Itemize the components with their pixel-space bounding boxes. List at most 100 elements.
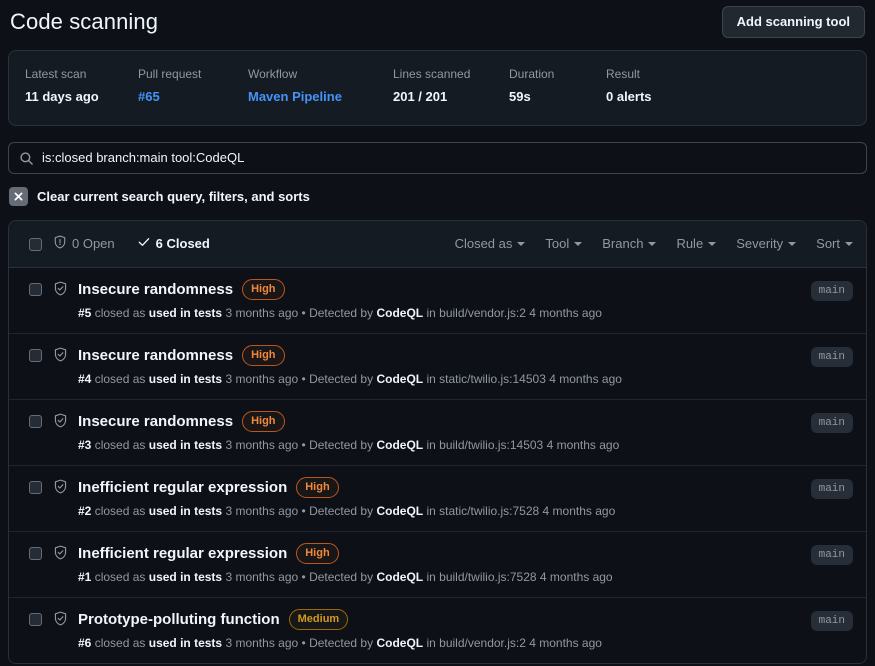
scan-field-pull-request: Pull request #65: [138, 65, 248, 106]
clear-filters-label: Clear current search query, filters, and…: [37, 188, 310, 204]
filter-tool[interactable]: Tool: [545, 235, 583, 253]
shield-check-icon: [53, 545, 68, 560]
alert-close-reason: used in tests: [148, 438, 223, 452]
meta-separator: •: [301, 570, 306, 584]
alert-tool: CodeQL: [376, 306, 424, 320]
row-checkbox[interactable]: [29, 613, 42, 626]
scan-value-workflow-link[interactable]: Maven Pipeline: [248, 88, 393, 106]
alert-meta: #4 closed as used in tests 3 months ago …: [78, 370, 801, 388]
detected-by-text: Detected by: [309, 636, 374, 650]
row-checkbox[interactable]: [29, 349, 42, 362]
alert-title[interactable]: Insecure randomness: [78, 279, 233, 300]
chevron-down-icon: [845, 242, 853, 246]
meta-separator: •: [301, 306, 306, 320]
detected-by-text: Detected by: [309, 306, 374, 320]
alert-state-text: closed as: [94, 438, 146, 452]
alert-detected-ago: 4 months ago: [539, 570, 613, 584]
filter-sort-label: Sort: [816, 236, 840, 251]
shield-alert-icon: [53, 234, 67, 254]
page-header: Code scanning Add scanning tool: [8, 0, 867, 44]
row-checkbox[interactable]: [29, 415, 42, 428]
alert-number: #1: [78, 570, 92, 584]
row-content: Insecure randomness High #5 closed as used…: [78, 279, 801, 322]
filter-closed-as[interactable]: Closed as: [455, 235, 526, 253]
search-box[interactable]: [8, 142, 867, 174]
check-icon: [137, 235, 151, 254]
row-title-line: Insecure randomness High: [78, 279, 801, 300]
scan-field-result: Result 0 alerts: [606, 65, 706, 106]
alert-tool: CodeQL: [376, 504, 424, 518]
meta-separator: •: [301, 438, 306, 452]
row-title-line: Insecure randomness High: [78, 411, 801, 432]
chevron-down-icon: [708, 242, 717, 246]
filter-branch[interactable]: Branch: [602, 235, 657, 253]
add-scanning-tool-button[interactable]: Add scanning tool: [721, 6, 865, 38]
filter-rule-label: Rule: [676, 236, 704, 251]
filter-sort[interactable]: Sort: [816, 235, 853, 253]
select-all-checkbox[interactable]: [29, 237, 42, 251]
alerts-table-header: 0 Open 6 Closed Closed as Tool Branch Ru…: [9, 221, 866, 268]
alert-title[interactable]: Insecure randomness: [78, 411, 233, 432]
chevron-down-icon: [648, 242, 657, 246]
alert-state-text: closed as: [94, 570, 146, 584]
shield-check-icon: [53, 281, 68, 296]
alert-number: #5: [78, 306, 92, 320]
alert-tool: CodeQL: [376, 570, 424, 584]
alerts-row-list: Insecure randomness High #5 closed as used…: [9, 268, 866, 663]
filter-rule[interactable]: Rule: [676, 235, 717, 253]
alert-close-reason: used in tests: [148, 636, 223, 650]
detected-by-text: Detected by: [309, 372, 374, 386]
table-row[interactable]: Insecure randomness High #3 closed as used…: [9, 400, 866, 466]
alert-location: build/vendor.js:2: [439, 306, 526, 320]
alerts-filter-dropdowns: Closed as Tool Branch Rule Severity Sort: [455, 235, 853, 253]
alert-title[interactable]: Inefficient regular expression: [78, 543, 287, 564]
table-row[interactable]: Inefficient regular expression High #2 clo…: [9, 466, 866, 532]
alerts-table: 0 Open 6 Closed Closed as Tool Branch Ru…: [8, 220, 867, 664]
alert-meta: #1 closed as used in tests 3 months ago …: [78, 568, 801, 586]
detected-by-text: Detected by: [309, 570, 374, 584]
scan-label-pull-request: Pull request: [138, 67, 202, 81]
meta-separator: •: [301, 504, 306, 518]
clear-filters-button[interactable]: Clear current search query, filters, and…: [8, 187, 867, 206]
branch-badge: main: [810, 347, 853, 367]
severity-badge: Medium: [288, 609, 349, 630]
alert-meta: #2 closed as used in tests 3 months ago …: [78, 502, 801, 520]
row-content: Prototype-polluting function Medium #6 clo…: [78, 609, 801, 652]
row-content: Insecure randomness High #3 closed as used…: [78, 411, 801, 454]
scan-value-pull-request-link[interactable]: #65: [138, 88, 248, 106]
table-row[interactable]: Inefficient regular expression High #1 clo…: [9, 532, 866, 598]
filter-tool-label: Tool: [545, 236, 570, 251]
row-checkbox[interactable]: [29, 481, 42, 494]
alert-close-reason: used in tests: [148, 504, 223, 518]
meta-separator: •: [301, 636, 306, 650]
table-row[interactable]: Prototype-polluting function Medium #6 clo…: [9, 598, 866, 663]
alert-detected-ago: 4 months ago: [549, 372, 622, 386]
alert-title[interactable]: Insecure randomness: [78, 345, 233, 366]
in-text: in: [426, 504, 436, 518]
tab-open-alerts[interactable]: 0 Open: [53, 234, 115, 254]
tab-closed-alerts[interactable]: 6 Closed: [137, 235, 210, 254]
row-content: Inefficient regular expression High #2 clo…: [78, 477, 801, 520]
filter-severity[interactable]: Severity: [736, 235, 797, 253]
in-text: in: [426, 306, 436, 320]
row-checkbox[interactable]: [29, 547, 42, 560]
alert-close-reason: used in tests: [148, 372, 223, 386]
alert-location: static/twilio.js:7528: [439, 504, 540, 518]
shield-check-icon: [53, 413, 68, 428]
branch-badge: main: [810, 479, 853, 499]
alert-closed-ago: 3 months ago: [225, 372, 299, 386]
row-checkbox[interactable]: [29, 283, 42, 296]
alert-location: build/twilio.js:14503: [439, 438, 544, 452]
alert-meta: #6 closed as used in tests 3 months ago …: [78, 634, 801, 652]
alert-tool: CodeQL: [376, 438, 424, 452]
detected-by-text: Detected by: [309, 438, 374, 452]
alert-title[interactable]: Prototype-polluting function: [78, 609, 280, 630]
table-row[interactable]: Insecure randomness High #5 closed as used…: [9, 268, 866, 334]
table-row[interactable]: Insecure randomness High #4 closed as used…: [9, 334, 866, 400]
alert-location: build/twilio.js:7528: [439, 570, 537, 584]
row-title-line: Prototype-polluting function Medium: [78, 609, 801, 630]
alert-title[interactable]: Inefficient regular expression: [78, 477, 287, 498]
search-input[interactable]: [42, 148, 856, 168]
alert-close-reason: used in tests: [148, 570, 223, 584]
alert-close-reason: used in tests: [148, 306, 223, 320]
